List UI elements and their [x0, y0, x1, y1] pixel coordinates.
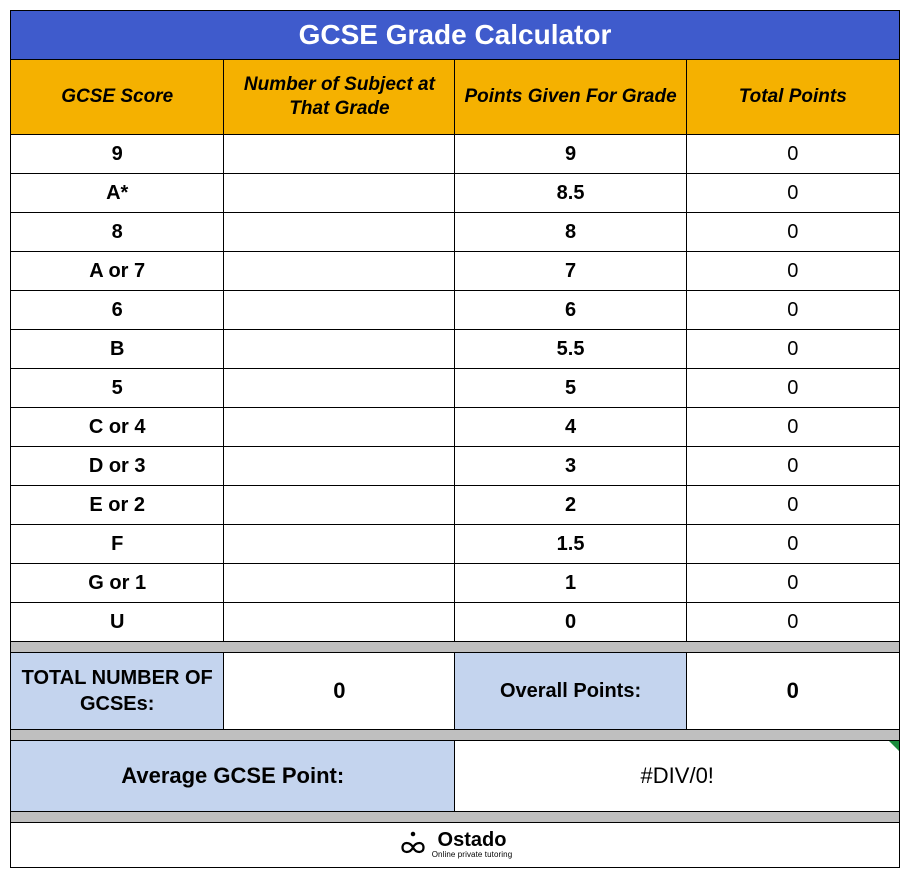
points-cell: 9 [455, 135, 686, 174]
subject-count-input[interactable] [224, 369, 455, 408]
brand-logo: Ostado Online private tutoring [398, 829, 513, 858]
header-points: Points Given For Grade [455, 60, 686, 135]
row-total: 0 [686, 486, 899, 525]
table-row: C or 4 40 [11, 408, 900, 447]
points-cell: 4 [455, 408, 686, 447]
row-total: 0 [686, 174, 899, 213]
subject-count-input[interactable] [224, 603, 455, 642]
table-row: A* 8.50 [11, 174, 900, 213]
row-total: 0 [686, 564, 899, 603]
score-cell: 6 [11, 291, 224, 330]
summary-totals-row: TOTAL NUMBER OF GCSEs: 0 Overall Points:… [11, 653, 900, 730]
points-cell: 1.5 [455, 525, 686, 564]
points-cell: 0 [455, 603, 686, 642]
score-cell: 8 [11, 213, 224, 252]
score-cell: G or 1 [11, 564, 224, 603]
points-cell: 3 [455, 447, 686, 486]
overall-points-value: 0 [686, 653, 899, 730]
subject-count-input[interactable] [224, 252, 455, 291]
table-row: G or 1 10 [11, 564, 900, 603]
subject-count-input[interactable] [224, 330, 455, 369]
table-row: D or 3 30 [11, 447, 900, 486]
score-cell: 9 [11, 135, 224, 174]
header-total: Total Points [686, 60, 899, 135]
subject-count-input[interactable] [224, 174, 455, 213]
divider [11, 730, 900, 741]
average-label: Average GCSE Point: [11, 741, 455, 812]
table-row: A or 7 70 [11, 252, 900, 291]
subject-count-input[interactable] [224, 135, 455, 174]
subject-count-input[interactable] [224, 213, 455, 252]
calculator-table: GCSE Grade Calculator GCSE Score Number … [10, 10, 900, 868]
subject-count-input[interactable] [224, 447, 455, 486]
brand-tagline: Online private tutoring [432, 852, 513, 858]
page-title: GCSE Grade Calculator [11, 11, 900, 60]
table-row: 880 [11, 213, 900, 252]
header-row: GCSE Score Number of Subject at That Gra… [11, 60, 900, 135]
row-total: 0 [686, 447, 899, 486]
row-total: 0 [686, 369, 899, 408]
subject-count-input[interactable] [224, 291, 455, 330]
table-row: B 5.50 [11, 330, 900, 369]
points-cell: 8.5 [455, 174, 686, 213]
row-total: 0 [686, 525, 899, 564]
score-cell: D or 3 [11, 447, 224, 486]
score-cell: A* [11, 174, 224, 213]
score-cell: A or 7 [11, 252, 224, 291]
row-total: 0 [686, 291, 899, 330]
divider [11, 642, 900, 653]
score-cell: 5 [11, 369, 224, 408]
row-total: 0 [686, 213, 899, 252]
score-cell: E or 2 [11, 486, 224, 525]
subject-count-input[interactable] [224, 525, 455, 564]
points-cell: 5 [455, 369, 686, 408]
subject-count-input[interactable] [224, 408, 455, 447]
calculator-container: GCSE Grade Calculator GCSE Score Number … [10, 10, 900, 868]
table-row: E or 2 20 [11, 486, 900, 525]
score-cell: C or 4 [11, 408, 224, 447]
row-total: 0 [686, 135, 899, 174]
subject-count-input[interactable] [224, 564, 455, 603]
header-score: GCSE Score [11, 60, 224, 135]
divider [11, 812, 900, 823]
points-cell: 5.5 [455, 330, 686, 369]
infinity-person-icon [398, 830, 428, 856]
header-count: Number of Subject at That Grade [224, 60, 455, 135]
row-total: 0 [686, 603, 899, 642]
table-row: U 00 [11, 603, 900, 642]
summary-average-row: Average GCSE Point: #DIV/0! [11, 741, 900, 812]
row-total: 0 [686, 330, 899, 369]
total-gcses-value: 0 [224, 653, 455, 730]
table-row: 990 [11, 135, 900, 174]
points-cell: 1 [455, 564, 686, 603]
table-row: F 1.50 [11, 525, 900, 564]
score-cell: U [11, 603, 224, 642]
score-cell: B [11, 330, 224, 369]
points-cell: 2 [455, 486, 686, 525]
points-cell: 6 [455, 291, 686, 330]
overall-points-label: Overall Points: [455, 653, 686, 730]
row-total: 0 [686, 408, 899, 447]
brand-name: Ostado [438, 829, 507, 851]
average-value: #DIV/0! [455, 741, 900, 812]
table-row: 550 [11, 369, 900, 408]
score-cell: F [11, 525, 224, 564]
title-row: GCSE Grade Calculator [11, 11, 900, 60]
points-cell: 8 [455, 213, 686, 252]
subject-count-input[interactable] [224, 486, 455, 525]
points-cell: 7 [455, 252, 686, 291]
row-total: 0 [686, 252, 899, 291]
total-gcses-label: TOTAL NUMBER OF GCSEs: [11, 653, 224, 730]
logo-row: Ostado Online private tutoring [11, 823, 900, 868]
table-row: 660 [11, 291, 900, 330]
